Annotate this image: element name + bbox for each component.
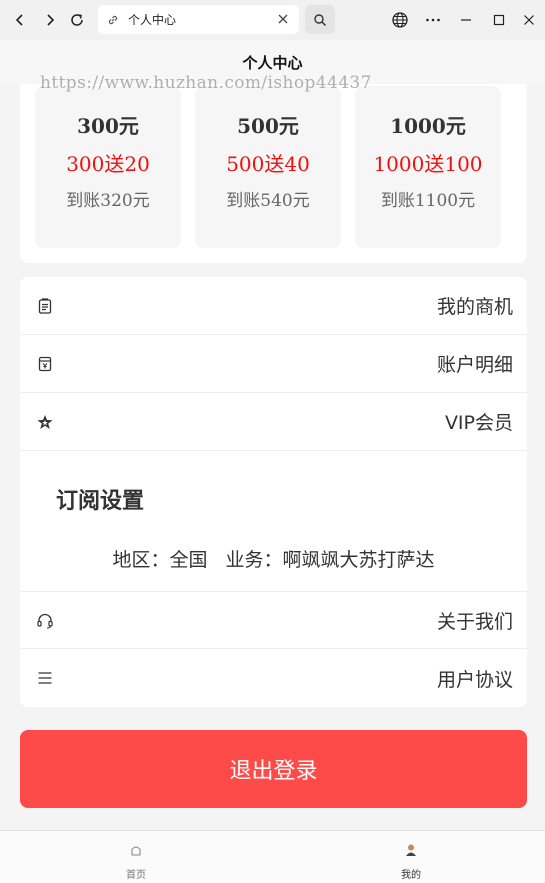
watermark-text: https://www.huzhan.com/ishop44437	[40, 73, 372, 93]
menu-item-my-opportunities[interactable]: 我的商机	[20, 277, 527, 335]
back-button[interactable]	[6, 6, 34, 34]
subscription-region: 地区：全国	[112, 549, 208, 571]
package-arrive: 到账320元	[66, 191, 150, 211]
chevron-right-icon	[47, 14, 55, 26]
package-amount: 300元	[77, 114, 139, 138]
close-window-icon	[524, 15, 534, 25]
menu-card: 我的商机 账户明细 VIP会员 订阅设置 地区：全国 业务：啊飒飒大苏打萨达 关…	[20, 277, 527, 707]
package-bonus: 1000送100	[373, 152, 483, 176]
headset-icon	[37, 613, 53, 629]
globe-icon	[392, 12, 408, 28]
tab-home[interactable]: 首页	[96, 831, 176, 883]
maximize-icon	[493, 14, 505, 26]
tab-label: 我的	[401, 870, 421, 881]
package-bonus: 500送40	[226, 152, 310, 176]
address-bar[interactable]: 个人中心	[98, 5, 299, 34]
menu-item-user-agreement[interactable]: 用户协议	[20, 649, 527, 707]
search-button[interactable]	[305, 5, 335, 34]
receipt-icon	[38, 356, 52, 372]
menu-item-label: 账户明细	[436, 354, 513, 376]
close-icon[interactable]	[277, 13, 289, 25]
bottom-tab-bar: 首页 我的	[0, 830, 545, 883]
package-bonus: 300送20	[66, 152, 150, 176]
package-arrive: 到账540元	[226, 191, 310, 211]
recharge-package-500[interactable]: 500元 500送40 到账540元	[195, 86, 341, 248]
list-icon	[38, 672, 52, 684]
home-icon	[131, 846, 141, 856]
star-icon	[37, 415, 53, 429]
user-icon	[406, 844, 416, 856]
reload-icon	[71, 14, 83, 26]
subscription-business: 业务：啊飒飒大苏打萨达	[225, 549, 435, 571]
recharge-package-300[interactable]: 300元 300送20 到账320元	[35, 86, 181, 248]
clipboard-icon	[38, 298, 52, 314]
menu-item-label: 用户协议	[436, 668, 513, 691]
subscription-settings-title: 订阅设置	[56, 489, 145, 514]
menu-item-label: 关于我们	[436, 610, 513, 633]
page-title: 个人中心	[242, 53, 303, 72]
menu-item-about-us[interactable]: 关于我们	[20, 591, 527, 649]
minimize-button[interactable]	[456, 10, 476, 30]
window-close-button[interactable]	[519, 10, 539, 30]
more-menu-button[interactable]	[423, 10, 443, 30]
maximize-button[interactable]	[489, 10, 509, 30]
menu-item-account-details[interactable]: 账户明细	[20, 335, 527, 393]
search-icon	[314, 13, 327, 26]
minimize-icon	[461, 19, 471, 21]
link-icon	[108, 15, 118, 24]
package-amount: 1000元	[390, 114, 466, 138]
chevron-left-icon	[15, 14, 23, 26]
recharge-card: 300元 300送20 到账320元 500元 500送40 到账540元 10…	[20, 84, 527, 263]
tab-label: 首页	[126, 870, 146, 881]
tab-mine[interactable]: 我的	[371, 831, 451, 883]
menu-item-vip[interactable]: VIP会员	[20, 393, 527, 451]
logout-button[interactable]: 退出登录	[20, 730, 527, 808]
menu-item-label: VIP会员	[444, 412, 513, 434]
globe-button[interactable]	[390, 10, 410, 30]
package-amount: 500元	[237, 114, 299, 138]
more-dots-icon	[426, 18, 440, 22]
tab-title: 个人中心	[128, 13, 177, 27]
menu-item-label: 我的商机	[436, 296, 513, 318]
subscription-summary[interactable]: 地区：全国 业务：啊飒飒大苏打萨达	[20, 545, 527, 572]
recharge-package-1000[interactable]: 1000元 1000送100 到账1100元	[355, 86, 501, 248]
reload-button[interactable]	[63, 6, 91, 34]
package-arrive: 到账1100元	[380, 191, 476, 211]
forward-button[interactable]	[36, 6, 64, 34]
browser-toolbar: 个人中心	[0, 0, 545, 40]
